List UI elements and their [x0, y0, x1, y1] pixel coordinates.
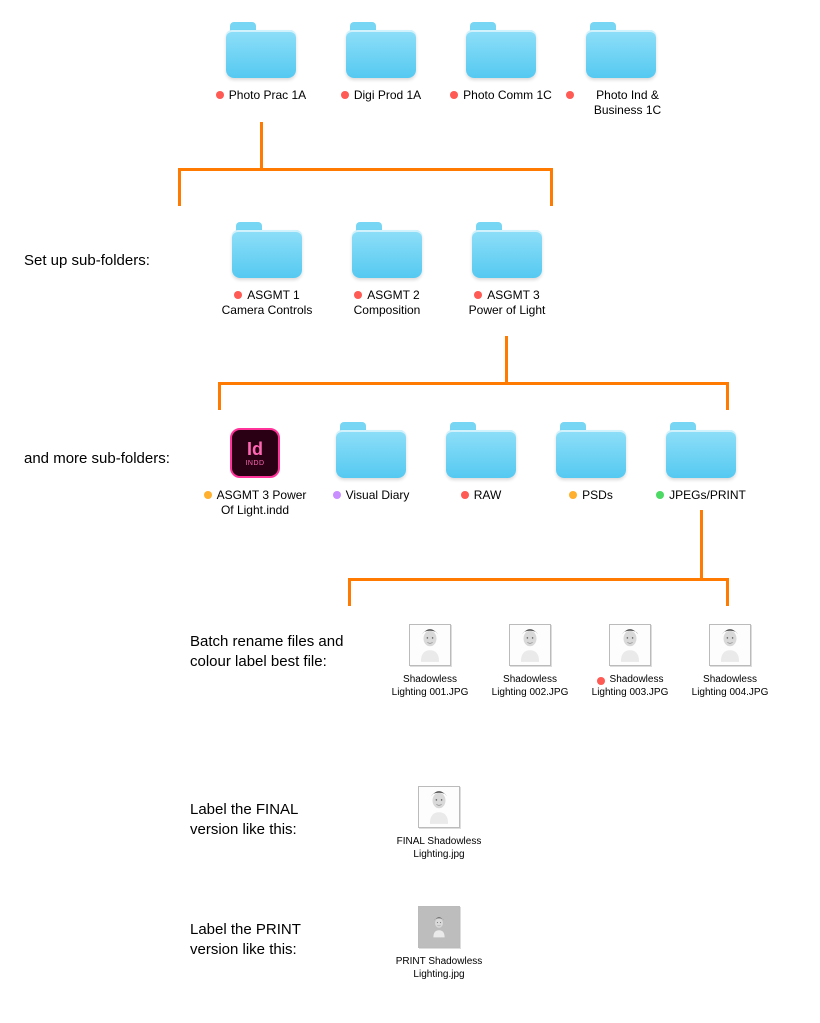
image-thumbnail: [709, 624, 751, 666]
folder-label-line2: Composition: [354, 303, 421, 317]
file-jpg-004[interactable]: Shadowless Lighting 004.JPG: [685, 624, 775, 699]
connector: [178, 168, 552, 171]
connector: [550, 168, 553, 206]
connector: [178, 168, 181, 206]
connector: [348, 578, 728, 581]
folder-label: Digi Prod 1A: [354, 88, 421, 103]
file-indd[interactable]: Id INDD ASGMT 3 Power Of Light.indd: [200, 428, 310, 517]
folder-asgmt-2[interactable]: ASGMT 2 Composition: [332, 220, 442, 317]
tag-dot: [234, 291, 242, 299]
file-label-line1: Shadowless: [610, 674, 664, 687]
folder-label-line2: Camera Controls: [222, 303, 313, 317]
heading-sub-folders: Set up sub-folders:: [24, 252, 150, 269]
image-thumbnail: [418, 786, 460, 828]
folder-icon: [666, 420, 736, 478]
folder-photo-ind-business-1c[interactable]: Photo Ind & Business 1C: [566, 20, 676, 118]
folder-psds[interactable]: PSDs: [536, 420, 646, 503]
tag-dot: [656, 491, 664, 499]
image-thumbnail: [509, 624, 551, 666]
heading-more-sub-folders: and more sub-folders:: [24, 450, 170, 467]
folder-label-line2: Power of Light: [469, 303, 546, 317]
folder-icon: [352, 220, 422, 278]
folder-icon: [226, 20, 296, 78]
file-label-line2: Lighting 002.JPG: [485, 687, 575, 700]
image-thumbnail: [609, 624, 651, 666]
folder-label-line1: ASGMT 2: [367, 288, 419, 303]
folder-label: Visual Diary: [346, 488, 410, 503]
tag-dot: [569, 491, 577, 499]
file-label-line1: ASGMT 3 Power: [217, 488, 307, 503]
folder-label: PSDs: [582, 488, 613, 503]
file-label-line1: Shadowless: [503, 674, 557, 687]
file-label-line2: Lighting.jpg: [384, 969, 494, 982]
folder-icon: [346, 20, 416, 78]
folder-photo-comm-1c[interactable]: Photo Comm 1C: [446, 20, 556, 103]
image-thumbnail: [418, 906, 460, 948]
file-final-jpg[interactable]: FINAL Shadowless Lighting.jpg: [384, 786, 494, 861]
folder-icon: [556, 420, 626, 478]
tag-dot: [474, 291, 482, 299]
file-jpg-003[interactable]: Shadowless Lighting 003.JPG: [585, 624, 675, 699]
folder-raw[interactable]: RAW: [426, 420, 536, 503]
tag-dot: [204, 491, 212, 499]
folder-label-line1: ASGMT 1: [247, 288, 299, 303]
heading-print: Label the PRINT version like this:: [190, 920, 340, 961]
connector: [726, 382, 729, 410]
file-label-line2: Lighting 004.JPG: [685, 687, 775, 700]
file-label-line2: Of Light.indd: [221, 503, 289, 517]
file-label-line1: PRINT Shadowless: [384, 956, 494, 969]
file-label-line1: FINAL Shadowless: [384, 836, 494, 849]
folder-label: Photo Ind & Business 1C: [579, 88, 676, 118]
file-jpg-001[interactable]: Shadowless Lighting 001.JPG: [385, 624, 475, 699]
connector: [260, 122, 263, 170]
tag-dot: [341, 91, 349, 99]
folder-icon: [466, 20, 536, 78]
tag-dot: [354, 291, 362, 299]
tag-dot: [566, 91, 574, 99]
folder-asgmt-1[interactable]: ASGMT 1 Camera Controls: [212, 220, 322, 317]
folder-icon: [336, 420, 406, 478]
folder-icon: [232, 220, 302, 278]
folder-label: Photo Comm 1C: [463, 88, 552, 103]
file-jpg-002[interactable]: Shadowless Lighting 002.JPG: [485, 624, 575, 699]
tag-dot: [333, 491, 341, 499]
image-thumbnail: [409, 624, 451, 666]
file-label-line2: Lighting 001.JPG: [385, 687, 475, 700]
folder-label: Photo Prac 1A: [229, 88, 306, 103]
folder-digi-prod-1a[interactable]: Digi Prod 1A: [326, 20, 436, 103]
folder-label-line1: ASGMT 3: [487, 288, 539, 303]
connector: [218, 382, 221, 410]
connector: [700, 510, 703, 580]
folder-icon: [446, 420, 516, 478]
folder-photo-prac-1a[interactable]: Photo Prac 1A: [206, 20, 316, 103]
tag-dot: [450, 91, 458, 99]
indesign-icon: Id INDD: [230, 428, 280, 478]
tag-dot: [461, 491, 469, 499]
connector: [348, 578, 351, 606]
connector: [726, 578, 729, 606]
folder-label: RAW: [474, 488, 502, 503]
folder-label: JPEGs/PRINT: [669, 488, 746, 503]
file-label-line1: Shadowless: [703, 674, 757, 687]
tag-dot: [597, 677, 605, 685]
tag-dot: [216, 91, 224, 99]
folder-asgmt-3[interactable]: ASGMT 3 Power of Light: [452, 220, 562, 317]
heading-final: Label the FINAL version like this:: [190, 800, 340, 841]
folder-jpegs-print[interactable]: JPEGs/PRINT: [646, 420, 756, 503]
connector: [505, 336, 508, 384]
file-print-jpg[interactable]: PRINT Shadowless Lighting.jpg: [384, 906, 494, 981]
connector: [218, 382, 728, 385]
file-label-line1: Shadowless: [403, 674, 457, 687]
file-label-line2: Lighting 003.JPG: [585, 687, 675, 700]
folder-visual-diary[interactable]: Visual Diary: [316, 420, 426, 503]
heading-batch-rename: Batch rename files and colour label best…: [190, 632, 350, 673]
file-label-line2: Lighting.jpg: [384, 849, 494, 862]
folder-icon: [586, 20, 656, 78]
folder-icon: [472, 220, 542, 278]
